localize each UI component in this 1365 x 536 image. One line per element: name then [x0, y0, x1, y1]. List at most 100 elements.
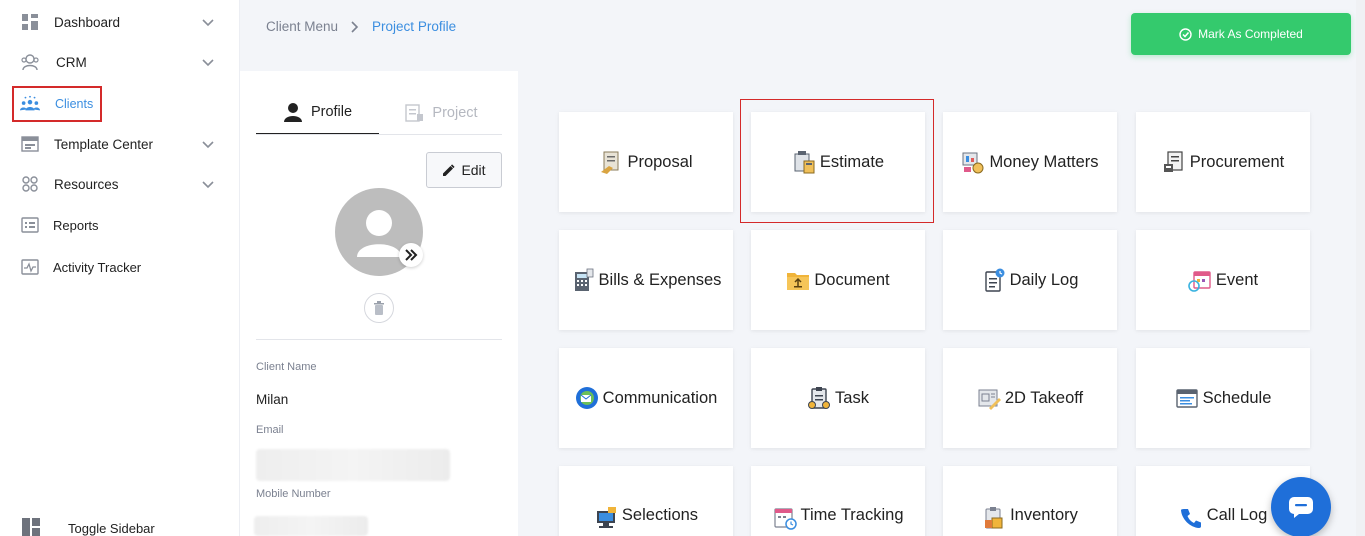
module-label: Money Matters [989, 152, 1099, 171]
module-task[interactable]: Task [751, 348, 925, 448]
chevron-right-icon [350, 20, 360, 33]
mark-as-completed-label: Mark As Completed [1198, 27, 1303, 41]
module-proposal[interactable]: Proposal [559, 112, 733, 212]
module-label: Communication [602, 388, 718, 407]
sidebar-item-label: Template Center [54, 136, 154, 152]
client-name-label: Client Name [256, 361, 317, 373]
document-folder-icon [786, 268, 810, 292]
module-event[interactable]: Event [1136, 230, 1310, 330]
sidebar-item-label: Activity Tracker [53, 259, 142, 275]
project-icon [404, 103, 424, 123]
module-daily-log[interactable]: Daily Log [943, 230, 1117, 330]
breadcrumb-client-menu[interactable]: Client Menu [266, 19, 338, 34]
module-label: Selections [621, 506, 699, 524]
module-bills-expenses[interactable]: Bills & Expenses [559, 230, 733, 330]
task-icon [807, 386, 831, 410]
module-label: Bills & Expenses [598, 270, 722, 289]
chat-button[interactable] [1271, 477, 1331, 536]
user-icon [283, 102, 303, 122]
module-money-matters[interactable]: Money Matters [943, 112, 1117, 212]
module-communication[interactable]: Communication [559, 348, 733, 448]
sidebar-item-label: Resources [54, 176, 119, 192]
module-label: Document [814, 270, 890, 289]
procurement-icon [1162, 150, 1186, 174]
tab-profile-label: Profile [310, 104, 353, 120]
crm-icon [20, 52, 40, 72]
clients-highlight-box [12, 86, 102, 122]
toggle-sidebar-button[interactable]: Toggle Sidebar [0, 510, 240, 536]
module-time-tracking[interactable]: Time Tracking [751, 466, 925, 536]
module-label: 2D Takeoff [1004, 388, 1084, 407]
edit-label: Edit [461, 162, 486, 178]
tab-divider [256, 134, 502, 135]
inventory-icon [982, 506, 1006, 530]
breadcrumb: Client Menu Project Profile [266, 19, 456, 34]
tab-profile[interactable]: Profile [256, 91, 379, 135]
daily-log-icon [982, 268, 1006, 292]
avatar-expand-icon[interactable] [399, 243, 423, 267]
email-label: Email [256, 424, 284, 436]
activity-icon [20, 257, 40, 277]
email-value-redacted [256, 449, 450, 481]
phone-icon [1179, 506, 1203, 530]
sidebar-item-activity-tracker[interactable]: Activity Tracker [0, 249, 240, 285]
schedule-icon [1175, 386, 1199, 410]
sidebar-item-label: CRM [56, 54, 87, 70]
chevron-down-icon [202, 181, 214, 189]
reports-icon [20, 215, 40, 235]
chat-icon [1288, 496, 1314, 518]
module-label: Time Tracking [800, 506, 904, 524]
chevron-down-icon [202, 141, 214, 149]
mark-as-completed-button[interactable]: Mark As Completed [1131, 13, 1351, 55]
chevron-down-icon [202, 59, 214, 67]
module-label: Event [1215, 270, 1259, 289]
sidebar-item-reports[interactable]: Reports [0, 207, 240, 243]
module-label: Daily Log [1009, 270, 1079, 289]
module-label: Procurement [1189, 152, 1285, 171]
money-icon [961, 150, 985, 174]
sidebar-item-resources[interactable]: Resources [0, 166, 240, 202]
profile-card: Profile Project Edit Client Name Milan E… [240, 71, 518, 536]
toggle-sidebar-label: Toggle Sidebar [68, 521, 155, 536]
chevron-down-icon [202, 19, 214, 27]
bills-icon [571, 268, 595, 292]
sidebar-item-template-center[interactable]: Template Center [0, 126, 240, 162]
sidebar-item-label: Reports [53, 217, 99, 233]
module-label: Proposal [627, 152, 693, 171]
module-document[interactable]: Document [751, 230, 925, 330]
edit-button[interactable]: Edit [426, 152, 502, 188]
time-tracking-icon [773, 506, 797, 530]
module-inventory[interactable]: Inventory [943, 466, 1117, 536]
estimate-highlight-box [740, 99, 934, 223]
mobile-number-label: Mobile Number [256, 488, 331, 500]
scrollbar[interactable] [1356, 0, 1365, 536]
module-procurement[interactable]: Procurement [1136, 112, 1310, 212]
module-selections[interactable]: Selections [559, 466, 733, 536]
selections-icon [594, 506, 618, 530]
pencil-icon [442, 163, 456, 177]
client-name-value: Milan [256, 392, 289, 407]
takeoff-icon [977, 386, 1001, 410]
sidebar-item-dashboard[interactable]: Dashboard [0, 4, 240, 40]
module-schedule[interactable]: Schedule [1136, 348, 1310, 448]
module-label: Call Log [1206, 506, 1268, 524]
delete-avatar-button[interactable] [364, 293, 394, 323]
proposal-icon [599, 150, 623, 174]
module-2d-takeoff[interactable]: 2D Takeoff [943, 348, 1117, 448]
sidebar-item-label: Dashboard [54, 14, 121, 30]
dashboard-icon [20, 12, 40, 32]
tab-project-label: Project [432, 105, 478, 121]
sidebar-toggle-icon [22, 518, 40, 536]
breadcrumb-current: Project Profile [372, 19, 457, 34]
sidebar: Dashboard CRM Clients Template Center Re… [0, 0, 240, 536]
checklist-icon [1179, 27, 1192, 41]
mobile-value-redacted [254, 516, 368, 536]
resources-icon [20, 174, 40, 194]
tab-project[interactable]: Project [380, 91, 502, 135]
communication-icon [575, 386, 599, 410]
template-icon [20, 134, 40, 154]
profile-divider [256, 339, 502, 340]
module-label: Schedule [1202, 388, 1272, 407]
module-label: Task [835, 388, 869, 407]
sidebar-item-crm[interactable]: CRM [0, 44, 240, 80]
